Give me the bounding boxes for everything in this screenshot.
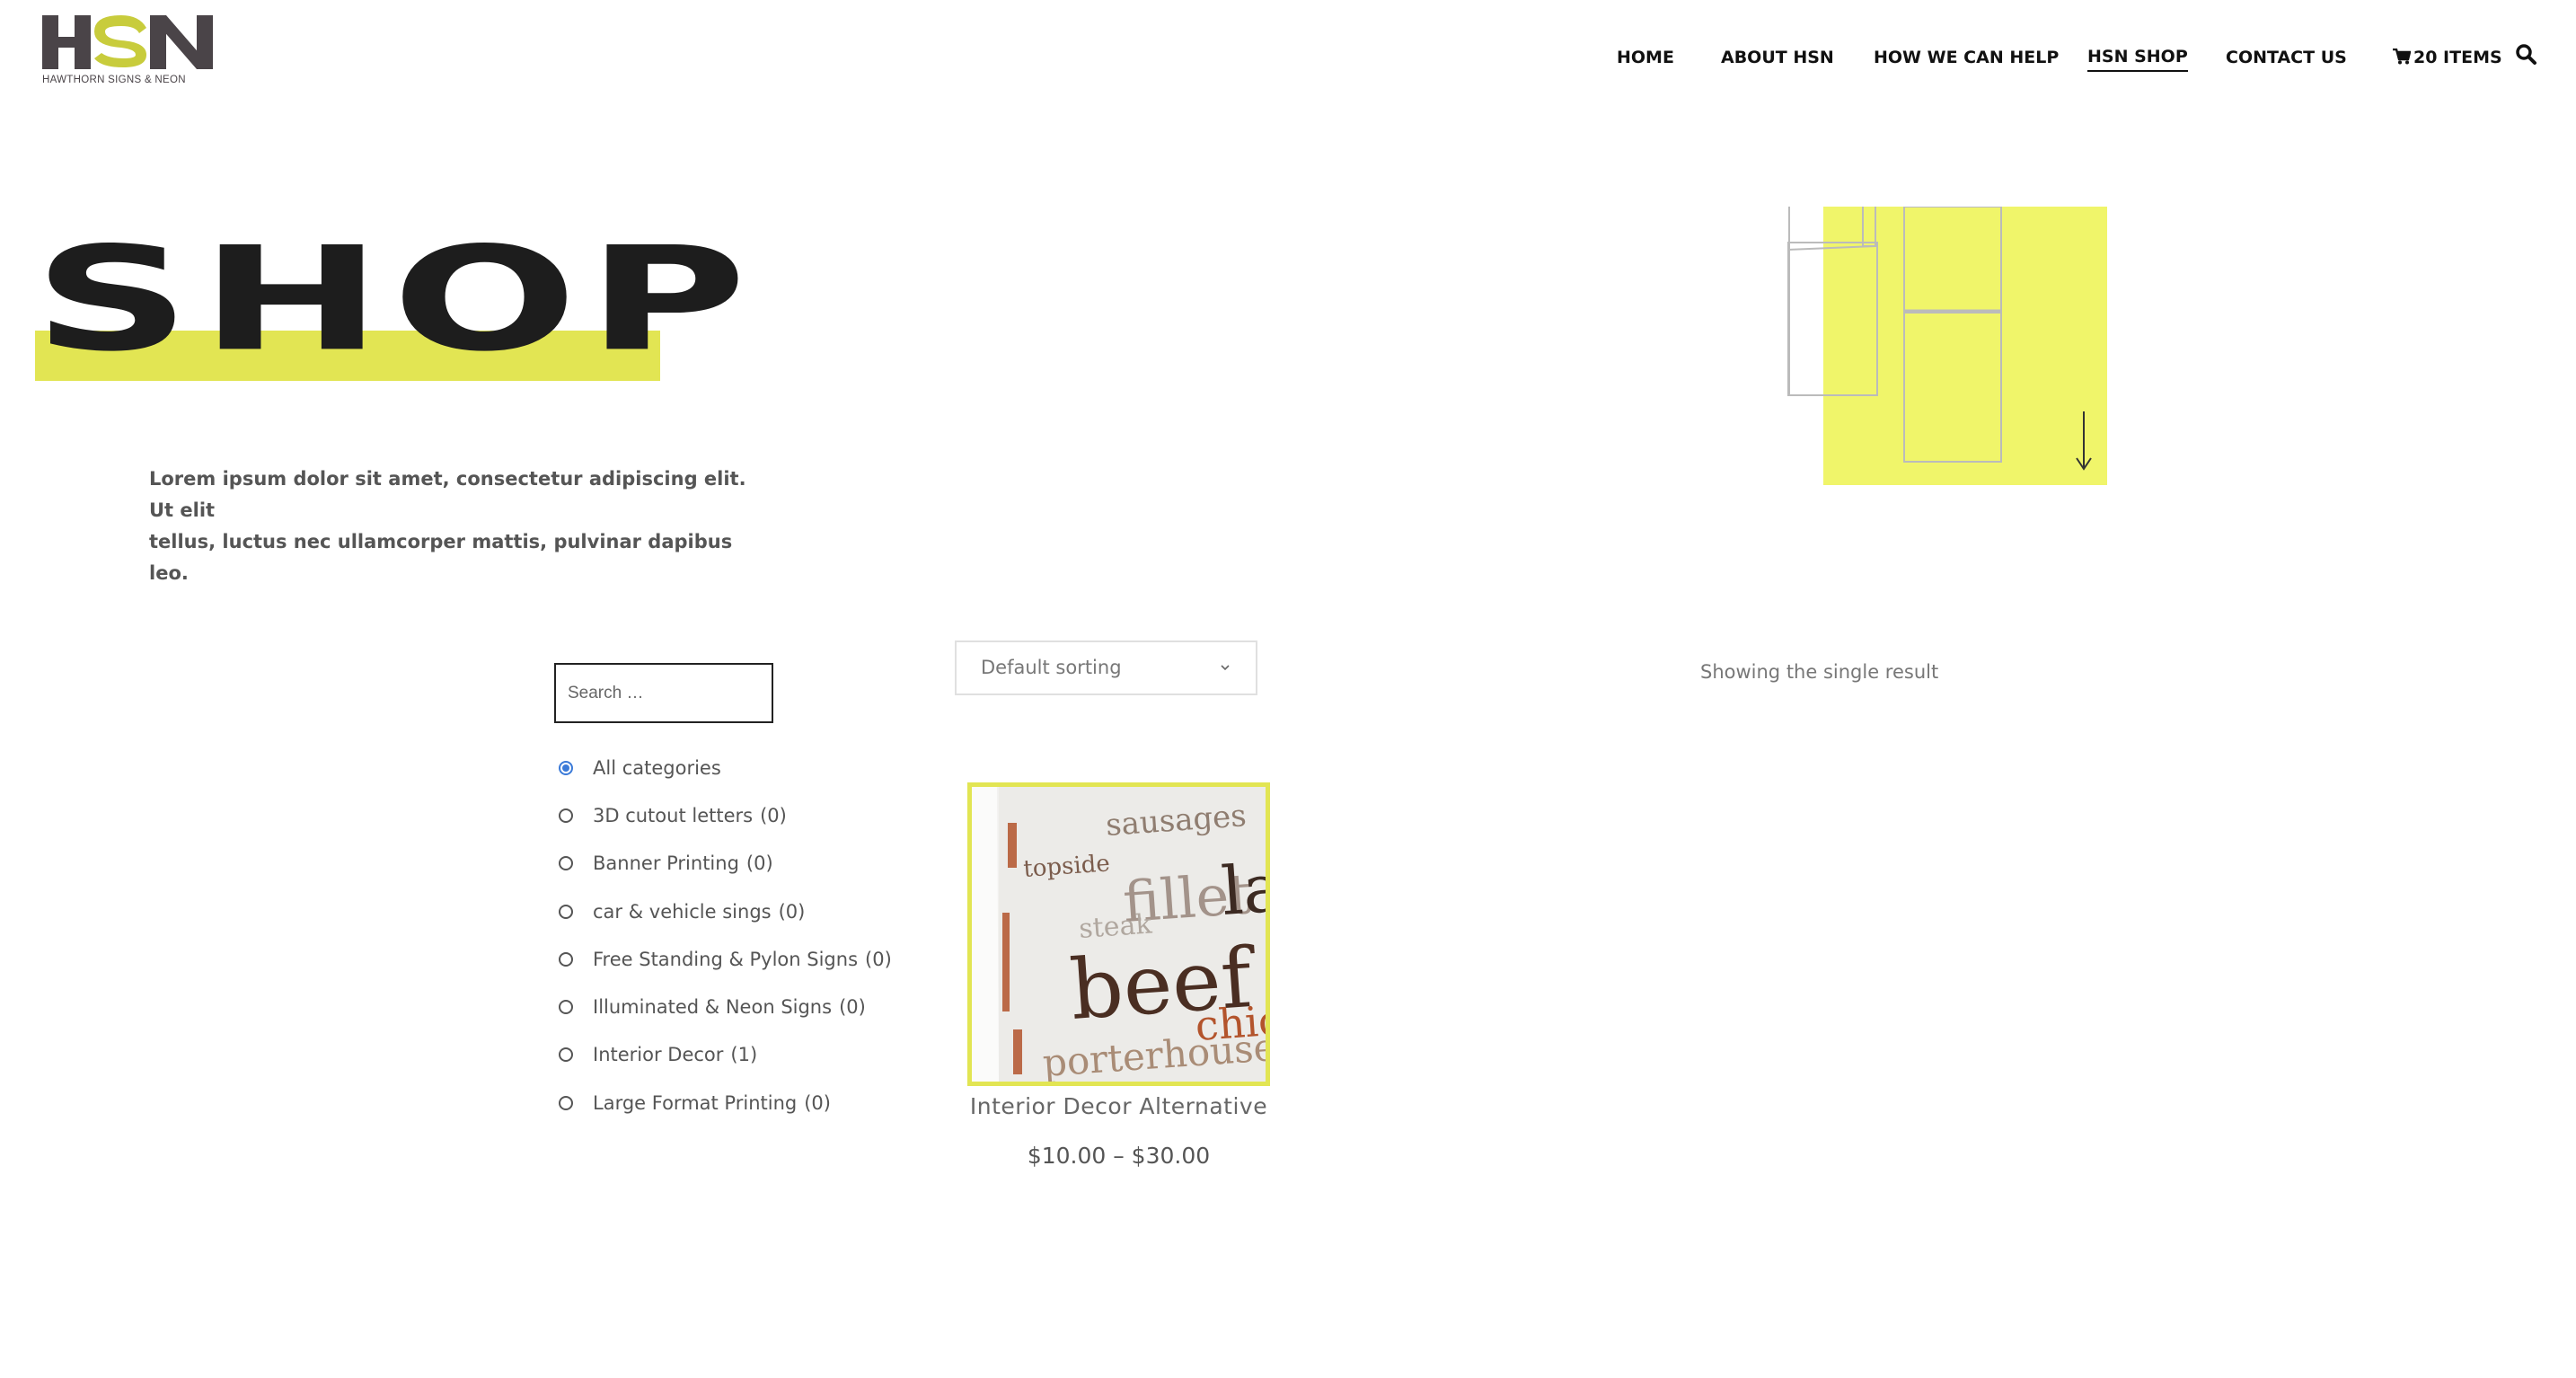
sort-selected-value: Default sorting bbox=[981, 657, 1122, 678]
sort-dropdown[interactable]: Default sorting bbox=[955, 640, 1257, 695]
category-item-interior-decor[interactable]: Interior Decor (1) bbox=[557, 1031, 892, 1079]
category-item-illuminated-neon-signs[interactable]: Illuminated & Neon Signs (0) bbox=[557, 983, 892, 1030]
product-card[interactable]: sausages topside fillet steak beef chick… bbox=[967, 782, 1270, 1169]
category-radio[interactable] bbox=[559, 951, 573, 967]
category-item-banner-printing[interactable]: Banner Printing (0) bbox=[557, 840, 892, 888]
yellow-sign-block bbox=[1823, 207, 2107, 485]
category-count: (0) bbox=[778, 900, 806, 923]
category-label: Illuminated & Neon Signs bbox=[593, 996, 833, 1019]
category-item-all[interactable]: All categories bbox=[557, 744, 892, 791]
product-title[interactable]: Interior Decor Alternative bbox=[967, 1093, 1270, 1119]
logo-subtitle: HAWTHORN SIGNS & NEON bbox=[42, 75, 186, 85]
hero-intro: Lorem ipsum dolor sit amet, consectetur … bbox=[149, 464, 760, 589]
category-label: 3D cutout letters bbox=[593, 804, 754, 826]
header-search-button[interactable] bbox=[2515, 43, 2538, 68]
category-item-free-standing-pylon-signs[interactable]: Free Standing & Pylon Signs (0) bbox=[557, 935, 892, 983]
category-radio[interactable] bbox=[559, 808, 573, 823]
word-wall-image: sausages topside fillet steak beef chick… bbox=[972, 787, 1266, 1082]
chevron-down-icon bbox=[1221, 665, 1230, 671]
main-nav: HOME ABOUT HSN HOW WE CAN HELP HSN SHOP … bbox=[0, 43, 2576, 72]
nav-how-we-can-help[interactable]: HOW WE CAN HELP bbox=[1874, 43, 2059, 72]
category-label: Free Standing & Pylon Signs bbox=[593, 948, 859, 970]
category-item-large-format-printing[interactable]: Large Format Printing (0) bbox=[557, 1079, 892, 1126]
category-label: All categories bbox=[593, 756, 721, 779]
category-filter-list: All categories 3D cutout letters (0) Ban… bbox=[557, 744, 892, 1126]
category-label: car & vehicle sings bbox=[593, 900, 772, 923]
hero-intro-line-2: tellus, luctus nec ullamcorper mattis, p… bbox=[149, 531, 733, 584]
category-label: Large Format Printing bbox=[593, 1091, 798, 1114]
search-icon bbox=[2516, 44, 2536, 65]
hanging-signs-illustration bbox=[1786, 204, 2107, 485]
category-item-3d-cutout-letters[interactable]: 3D cutout letters (0) bbox=[557, 791, 892, 839]
category-count: (0) bbox=[804, 1091, 831, 1114]
image-word: lam bbox=[1219, 845, 1266, 931]
cart-link[interactable]: 20 ITEMS bbox=[2393, 43, 2502, 72]
category-radio[interactable] bbox=[559, 1047, 573, 1063]
category-count: (0) bbox=[745, 852, 773, 875]
result-count: Showing the single result bbox=[1700, 661, 1939, 683]
category-count: (0) bbox=[865, 948, 892, 970]
nav-hsn-shop[interactable]: HSN SHOP bbox=[2087, 43, 2188, 72]
hero-sign-illustration bbox=[1786, 204, 2111, 494]
nav-about-hsn[interactable]: ABOUT HSN bbox=[1721, 43, 1834, 72]
category-radio[interactable] bbox=[559, 856, 573, 871]
product-price: $10.00 – $30.00 bbox=[1027, 1143, 1211, 1169]
category-radio[interactable] bbox=[559, 904, 573, 919]
product-search-input[interactable] bbox=[554, 663, 773, 723]
hero-intro-line-1: Lorem ipsum dolor sit amet, consectetur … bbox=[149, 468, 746, 521]
cart-count: 20 ITEMS bbox=[2413, 48, 2502, 67]
product-image[interactable]: sausages topside fillet steak beef chick… bbox=[967, 782, 1270, 1086]
category-count: (0) bbox=[839, 996, 866, 1019]
hero-title-block: SHOP bbox=[33, 228, 746, 384]
nav-home[interactable]: HOME bbox=[1617, 43, 1674, 72]
category-radio-selected[interactable] bbox=[559, 760, 573, 775]
category-count: (0) bbox=[760, 804, 787, 826]
category-radio[interactable] bbox=[559, 1095, 573, 1110]
category-count: (1) bbox=[730, 1044, 758, 1066]
cart-icon bbox=[2393, 48, 2412, 65]
page-title: SHOP bbox=[33, 216, 756, 384]
category-label: Interior Decor bbox=[593, 1044, 724, 1066]
category-item-car-vehicle-signs[interactable]: car & vehicle sings (0) bbox=[557, 888, 892, 935]
nav-contact-us[interactable]: CONTACT US bbox=[2226, 43, 2347, 72]
category-radio[interactable] bbox=[559, 1000, 573, 1015]
category-label: Banner Printing bbox=[593, 852, 739, 875]
